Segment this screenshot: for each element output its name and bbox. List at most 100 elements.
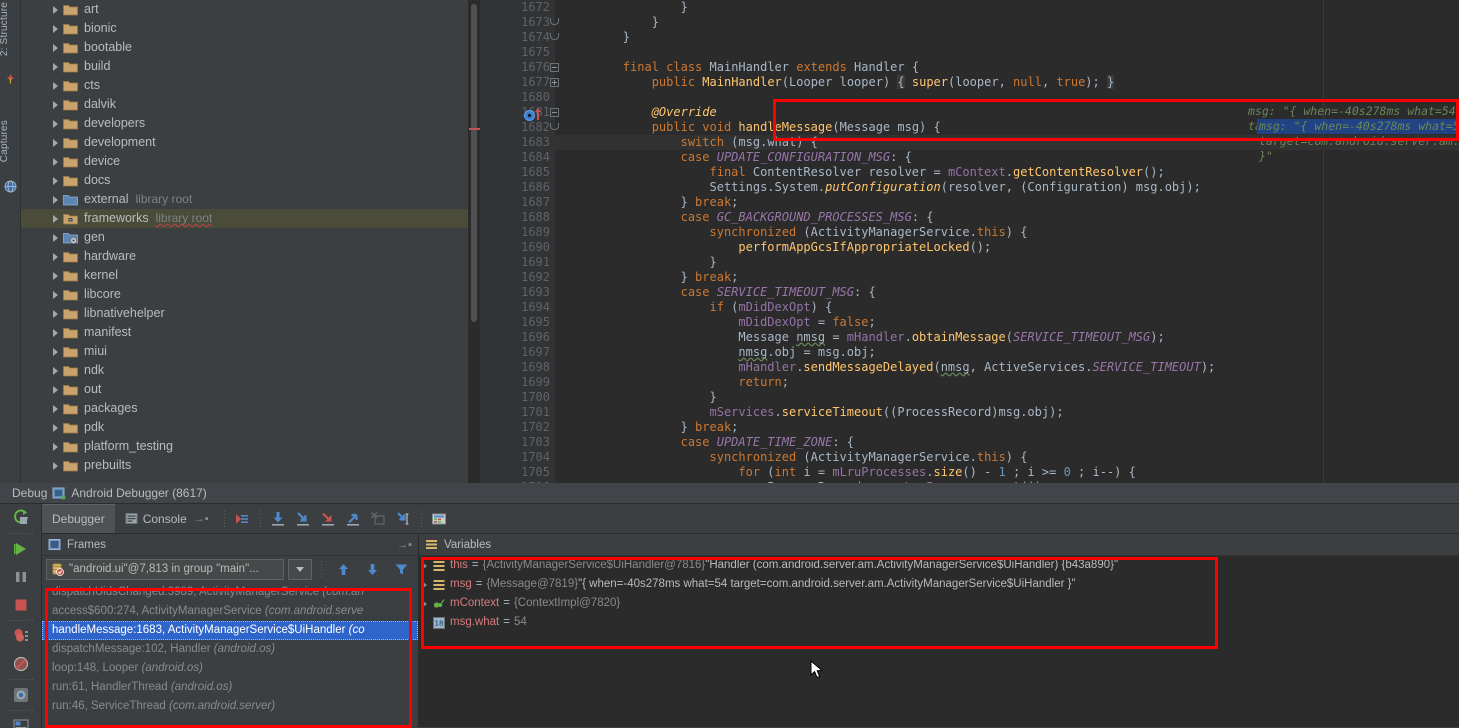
code-line[interactable]: case SERVICE_TIMEOUT_MSG: { [555,285,1459,300]
tree-item-docs[interactable]: docs [21,171,468,190]
code-text-area[interactable]: } } } final class MainHandler extends Ha… [555,0,1459,483]
editor-gutter[interactable]: 1672167316741675167616771680168116821683… [480,0,555,483]
tool-tab-captures[interactable]: Captures [0,118,20,164]
chevron-right-icon[interactable] [53,271,58,280]
inline-debug-hint-2[interactable]: msg: "{ when=-40s278ms what=54 target=co… [1257,119,1459,163]
thread-selector-dropdown-button[interactable] [288,558,312,580]
step-into-button[interactable] [291,507,316,531]
thread-selector[interactable]: "android.ui"@7,813 in group "main"... [46,558,284,580]
chevron-right-icon[interactable] [53,214,58,223]
chevron-right-icon[interactable] [53,252,58,261]
chevron-right-icon[interactable] [53,309,58,318]
frames-filter-button[interactable] [389,557,414,581]
chevron-right-icon[interactable] [53,461,58,470]
rerun-button[interactable] [0,504,42,532]
code-line[interactable]: public MainHandler(Looper looper) { supe… [555,75,1459,90]
tree-item-cts[interactable]: cts [21,76,468,95]
variable-row[interactable]: 18 msg.what = 54 [419,613,1459,632]
code-line[interactable]: Message nmsg = mHandler.obtainMessage(SE… [555,330,1459,345]
chevron-right-icon[interactable] [53,157,58,166]
chevron-right-icon[interactable] [53,5,58,14]
tab-console[interactable]: Console →▪ [115,504,219,533]
tree-item-libnativehelper[interactable]: libnativehelper [21,304,468,323]
tree-item-manifest[interactable]: manifest [21,323,468,342]
code-line[interactable]: } [555,30,1459,45]
step-out-button[interactable] [341,507,366,531]
tree-item-out[interactable]: out [21,380,468,399]
tree-item-ndk[interactable]: ndk [21,361,468,380]
frame-row[interactable]: dispatchUidsChanged:3989, ActivityManage… [42,583,418,602]
tree-item-art[interactable]: art [21,0,468,19]
code-line[interactable]: synchronized (ActivityManagerService.thi… [555,450,1459,465]
code-line[interactable]: case UPDATE_TIME_ZONE: { [555,435,1459,450]
frame-row[interactable]: handleMessage:1683, ActivityManagerServi… [42,621,418,640]
chevron-right-icon[interactable] [53,442,58,451]
code-line[interactable]: return; [555,375,1459,390]
resume-program-button[interactable] [0,535,42,563]
tree-item-external[interactable]: external library root [21,190,468,209]
variable-row[interactable]: this = {ActivityManagerService$UiHandler@7… [419,556,1459,575]
code-line[interactable]: performAppGcsIfAppropriateLocked(); [555,240,1459,255]
code-line[interactable]: } [555,0,1459,15]
code-line[interactable]: } break; [555,270,1459,285]
layout-settings-button[interactable] [0,712,42,728]
code-line[interactable]: } [555,15,1459,30]
editor-left-scrollbar[interactable] [468,0,482,483]
code-line[interactable] [555,90,1459,105]
chevron-right-icon[interactable] [422,561,427,570]
code-line[interactable]: if (mDidDexOpt) { [555,300,1459,315]
chevron-right-icon[interactable] [422,599,427,608]
code-line[interactable]: mServices.serviceTimeout((ProcessRecord)… [555,405,1459,420]
chevron-right-icon[interactable] [53,100,58,109]
tree-item-platform_testing[interactable]: platform_testing [21,437,468,456]
mute-breakpoints-button[interactable] [0,650,42,678]
tree-item-bootable[interactable]: bootable [21,38,468,57]
tree-item-development[interactable]: development [21,133,468,152]
code-line[interactable]: } [555,390,1459,405]
chevron-right-icon[interactable] [53,233,58,242]
code-line[interactable]: case GC_BACKGROUND_PROCESSES_MSG: { [555,210,1459,225]
tree-item-developers[interactable]: developers [21,114,468,133]
frames-up-button[interactable] [331,557,356,581]
tree-item-kernel[interactable]: kernel [21,266,468,285]
tree-item-build[interactable]: build [21,57,468,76]
tree-item-prebuilts[interactable]: prebuilts [21,456,468,475]
inline-debug-hint-1[interactable]: msg: "{ when=-40s278ms what=54 target=co… [1248,104,1459,133]
evaluate-expression-button[interactable] [427,507,452,531]
tree-item-dalvik[interactable]: dalvik [21,95,468,114]
tab-debugger[interactable]: Debugger [42,504,115,533]
frame-row[interactable]: access$600:274, ActivityManagerService (… [42,602,418,621]
editor-scrollbar-thumb[interactable] [471,4,477,322]
stop-button[interactable] [0,591,42,619]
tool-tab-structure[interactable]: 2: Structure [0,0,20,58]
settings-button[interactable] [0,681,42,709]
code-line[interactable]: Settings.System.putConfiguration(resolve… [555,180,1459,195]
view-breakpoints-button[interactable] [0,622,42,650]
chevron-right-icon[interactable] [53,62,58,71]
tree-item-miui[interactable]: miui [21,342,468,361]
tree-item-bionic[interactable]: bionic [21,19,468,38]
frame-row[interactable]: run:46, ServiceThread (com.android.serve… [42,697,418,716]
project-tree[interactable]: art bionic bootable build cts dalvik developer… [21,0,468,483]
code-line[interactable]: for (int i = mLruProcesses.size() - 1 ; … [555,465,1459,480]
code-line[interactable]: final ContentResolver resolver = mContex… [555,165,1459,180]
chevron-right-icon[interactable] [422,580,427,589]
chevron-right-icon[interactable] [53,24,58,33]
run-to-cursor-button[interactable] [391,507,416,531]
tree-item-frameworks[interactable]: frameworks library root [21,209,468,228]
variable-row[interactable]: msg = {Message@7819} "{ when=-40s278ms wha… [419,575,1459,594]
chevron-right-icon[interactable] [53,195,58,204]
chevron-right-icon[interactable] [53,138,58,147]
tree-item-device[interactable]: device [21,152,468,171]
code-line[interactable]: nmsg.obj = msg.obj; [555,345,1459,360]
chevron-right-icon[interactable] [53,423,58,432]
tree-item-hardware[interactable]: hardware [21,247,468,266]
frame-row[interactable]: loop:148, Looper (android.os) [42,659,418,678]
frame-row[interactable]: run:61, HandlerThread (android.os) [42,678,418,697]
code-line[interactable]: mDidDexOpt = false; [555,315,1459,330]
code-line[interactable]: } break; [555,195,1459,210]
code-line[interactable]: final class MainHandler extends Handler … [555,60,1459,75]
variables-tree[interactable]: this = {ActivityManagerService$UiHandler@7… [419,556,1459,727]
tab-console-pin-icon[interactable]: →▪ [194,513,209,525]
code-line[interactable]: case UPDATE_CONFIGURATION_MSG: { [555,150,1459,165]
